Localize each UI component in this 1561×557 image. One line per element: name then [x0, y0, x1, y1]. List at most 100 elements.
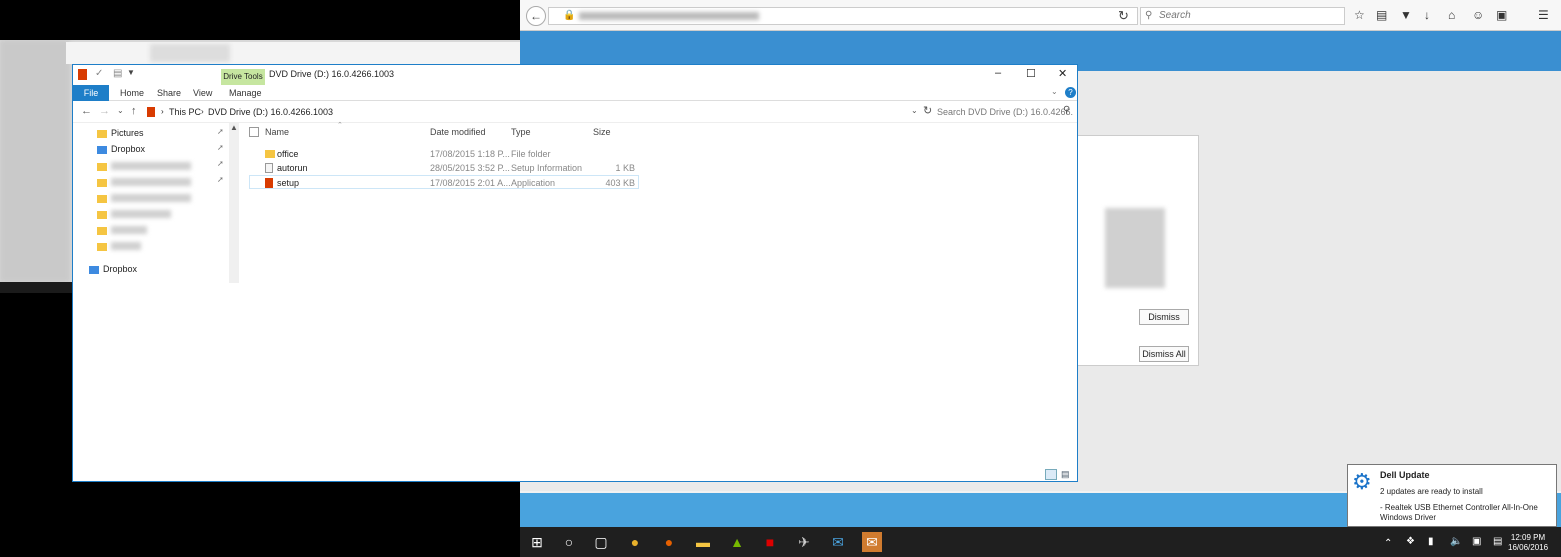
address-bar[interactable]: › This PC › DVD Drive (D:) 16.0.4266.100… — [145, 104, 915, 120]
toast-line: - Realtek USB Ethernet Controller All-In… — [1380, 503, 1538, 512]
breadcrumb-item[interactable]: DVD Drive (D:) 16.0.4266.1003 — [208, 104, 333, 120]
address-row: ← → ⌄ ↑ › This PC › DVD Drive (D:) 16.0.… — [73, 101, 1077, 123]
expand-ribbon-icon[interactable]: ⌄ — [1051, 87, 1058, 96]
nav-item-dropbox[interactable]: Dropbox — [97, 141, 145, 157]
nav-item-dropbox[interactable]: Dropbox — [89, 261, 137, 277]
address-dropdown-icon[interactable]: ⌄ — [911, 106, 918, 115]
menu-icon[interactable]: ☰ — [1538, 8, 1549, 22]
clock[interactable]: 12:09 PM 16/06/2016 — [1508, 533, 1548, 553]
dismiss-all-button[interactable]: Dismiss All — [1139, 346, 1189, 362]
breadcrumb-item[interactable]: This PC — [169, 104, 201, 120]
start-icon[interactable]: ⊞ — [527, 532, 547, 552]
large-icons-view-icon[interactable]: ▤ — [1061, 469, 1073, 480]
firefox-icon[interactable]: ● — [659, 532, 679, 552]
chrome-icon[interactable]: ● — [625, 532, 645, 552]
acrobat-icon[interactable]: ■ — [760, 532, 780, 552]
refresh-icon[interactable]: ↻ — [923, 104, 932, 117]
lock-icon: 🔒 — [563, 10, 576, 21]
table-row[interactable]: office 17/08/2015 1:18 P... File folder — [249, 147, 639, 161]
back-icon[interactable]: ← — [81, 105, 92, 117]
action-center-icon[interactable]: ▤ — [1493, 536, 1502, 547]
nav-item-blurred[interactable] — [97, 209, 197, 220]
column-date[interactable]: Date modified — [430, 127, 486, 137]
cortana-icon[interactable]: ○ — [559, 532, 579, 552]
table-row[interactable]: autorun 28/05/2015 3:52 P... Setup Infor… — [249, 161, 639, 175]
file-type: Setup Information — [511, 163, 583, 173]
reload-icon[interactable]: ↻ — [1118, 8, 1129, 24]
folder-icon — [97, 243, 107, 252]
addon-icon[interactable]: ▣ — [1496, 8, 1507, 22]
back-icon[interactable]: ← — [526, 6, 546, 26]
battery-icon[interactable]: ▮ — [1428, 536, 1434, 547]
tab-manage[interactable]: Manage — [229, 85, 262, 101]
ribbon-tabs: File Home Share View Manage ⌄ ? — [73, 85, 1077, 101]
quick-access-icon[interactable]: ✓ — [95, 68, 103, 79]
tab-view[interactable]: View — [193, 85, 212, 101]
dell-update-toast[interactable]: ⚙ Dell Update 2 updates are ready to ins… — [1347, 464, 1557, 527]
pin-icon: ➚ — [217, 143, 224, 152]
volume-icon[interactable]: 🔈 — [1450, 536, 1462, 547]
column-type[interactable]: Type — [511, 127, 531, 137]
nvidia-icon[interactable]: ▲ — [727, 532, 747, 552]
maximize-icon[interactable]: ☐ — [1026, 67, 1036, 80]
search-input[interactable]: ⚲ Search — [1140, 7, 1345, 25]
clock-time: 12:09 PM — [1510, 533, 1546, 542]
file-type: File folder — [511, 149, 551, 159]
file-explorer-icon[interactable]: ▬ — [693, 532, 713, 552]
table-row[interactable]: setup 17/08/2015 2:01 A... Application 4… — [249, 175, 639, 189]
sort-icon: ⌃ — [337, 122, 343, 129]
pin-icon: ➚ — [217, 175, 224, 184]
details-view-icon[interactable] — [1045, 469, 1057, 480]
scroll-up-icon[interactable]: ▲ — [230, 123, 238, 132]
dismiss-button[interactable]: Dismiss — [1139, 309, 1189, 325]
outlook-icon[interactable]: ✉ — [862, 532, 882, 552]
nav-scrollbar[interactable]: ▲ — [229, 123, 239, 283]
forward-icon[interactable]: → — [99, 105, 110, 117]
customize-icon[interactable]: ▼ — [127, 68, 135, 77]
url-bar[interactable]: 🔒 — [548, 7, 1138, 25]
help-icon[interactable]: ? — [1065, 87, 1076, 98]
reading-list-icon[interactable]: ▤ — [1376, 8, 1387, 22]
tray-expand-icon[interactable]: ⌃ — [1384, 538, 1392, 549]
task-view-icon[interactable]: ▢ — [591, 532, 611, 552]
nav-item-blurred[interactable] — [97, 193, 197, 204]
close-icon[interactable]: ✕ — [1058, 67, 1067, 80]
download-icon[interactable]: ↓ — [1424, 8, 1430, 22]
nav-item-blurred[interactable] — [97, 241, 197, 252]
toast-line: 2 updates are ready to install — [1380, 487, 1483, 496]
mail-icon[interactable]: ✉ — [828, 532, 848, 552]
new-folder-icon[interactable]: ▤ — [113, 68, 122, 79]
file-name: setup — [277, 178, 300, 188]
folder-icon — [97, 211, 107, 220]
pocket-icon[interactable]: ▼ — [1400, 8, 1412, 22]
select-all-checkbox[interactable] — [249, 127, 259, 137]
tab-home[interactable]: Home — [120, 85, 144, 101]
tab-file[interactable]: File — [73, 85, 109, 101]
chevron-right-icon: › — [201, 107, 204, 116]
up-icon[interactable]: ↑ — [131, 105, 137, 117]
settings-file-icon — [265, 163, 273, 173]
drive-tools-tab[interactable]: Drive Tools — [221, 69, 265, 85]
column-size[interactable]: Size — [593, 127, 611, 137]
app-icon[interactable]: ✈ — [794, 532, 814, 552]
nav-item-pictures[interactable]: Pictures — [97, 125, 144, 141]
nav-item-blurred[interactable] — [97, 161, 197, 172]
network-icon[interactable]: ▣ — [1472, 536, 1481, 547]
recent-icon[interactable]: ⌄ — [117, 106, 124, 115]
home-icon[interactable]: ⌂ — [1448, 8, 1455, 22]
tab-share[interactable]: Share — [157, 85, 181, 101]
dropbox-tray-icon[interactable]: ❖ — [1406, 536, 1415, 547]
nav-item-blurred[interactable] — [97, 177, 197, 188]
nav-item-blurred[interactable] — [97, 225, 197, 236]
chat-icon[interactable]: ☺ — [1472, 8, 1484, 22]
search-icon[interactable]: ⚲ — [1063, 105, 1070, 116]
file-name: office — [277, 149, 299, 159]
nav-item-label — [111, 162, 191, 170]
search-input[interactable]: Search DVD Drive (D:) 16.0.4266... — [937, 104, 1073, 120]
minimize-icon[interactable]: – — [995, 67, 1001, 79]
search-icon: ⚲ — [1145, 10, 1153, 21]
star-icon[interactable]: ☆ — [1354, 8, 1365, 22]
nav-item-label — [111, 178, 191, 186]
folder-icon — [97, 129, 107, 138]
column-name[interactable]: Name — [265, 127, 289, 137]
